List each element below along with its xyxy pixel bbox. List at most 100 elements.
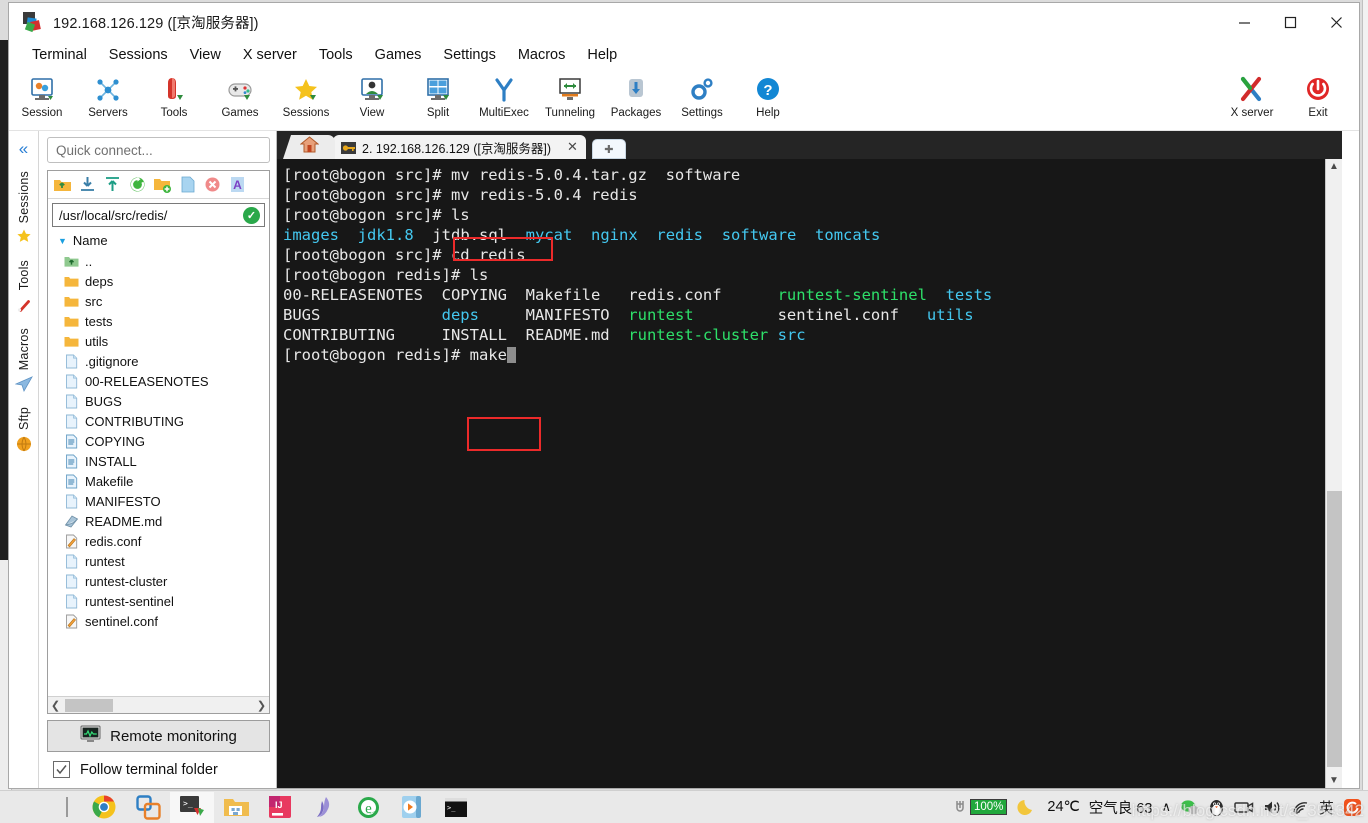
file-row[interactable]: MANIFESTO [64,491,269,511]
toolbar-games-button[interactable]: Games [207,73,273,119]
toolbar-view-button[interactable]: View [339,73,405,119]
taskbar-terminal-icon[interactable]: >_ [434,792,478,823]
terminal-output[interactable]: [root@bogon src]# mv redis-5.0.4.tar.gz … [277,159,1325,788]
taskbar-chrome-icon[interactable] [82,792,126,823]
maximize-button[interactable] [1267,3,1313,41]
tray-expand-chevron-icon[interactable]: ∧ [1161,799,1171,815]
text-edit-icon[interactable]: A [228,175,247,194]
menu-settings[interactable]: Settings [432,44,506,66]
terminal-vscrollbar[interactable]: ▲ ▼ [1325,159,1342,788]
toolbar-packages-button[interactable]: Packages [603,73,669,119]
toolbar-exit-button[interactable]: Exit [1285,73,1351,119]
vertical-sidebar: « Sessions Tools Macros Sftp [9,131,39,788]
battery-indicator[interactable]: 100% [950,797,1008,817]
toolbar-games-label: Games [221,107,259,119]
toolbar-xserver-button[interactable]: X server [1219,73,1285,119]
file-row[interactable]: tests [64,311,269,331]
file-row[interactable]: src [64,291,269,311]
go-up-folder-icon[interactable] [53,175,72,194]
vscroll-thumb[interactable] [1327,491,1342,767]
toolbar-tools-button[interactable]: Tools [141,73,207,119]
file-list-hscrollbar[interactable]: ❮ ❯ [48,696,269,713]
follow-terminal-folder-checkbox[interactable] [53,761,70,778]
close-button[interactable] [1313,3,1359,41]
menu-macros[interactable]: Macros [507,44,577,66]
tab-close-icon[interactable]: ✕ [567,139,578,155]
file-row[interactable]: 00-RELEASENOTES [64,371,269,391]
file-row[interactable]: runtest-sentinel [64,591,269,611]
toolbar-help-button[interactable]: ? Help [735,73,801,119]
file-row[interactable]: runtest-cluster [64,571,269,591]
volume-icon[interactable] [1263,799,1282,816]
file-list-header[interactable]: ▼ Name [48,229,269,251]
file-row[interactable]: CONTRIBUTING [64,411,269,431]
taskbar-file-explorer-icon[interactable] [214,792,258,823]
collapse-sidebar-chevron-icon[interactable]: « [19,139,28,159]
taskbar-vmware-icon[interactable] [126,792,170,823]
minimize-button[interactable] [1221,3,1267,41]
menu-x-server[interactable]: X server [232,44,308,66]
file-row[interactable]: README.md [64,511,269,531]
sidebar-item-tools[interactable]: Tools [15,260,33,313]
toolbar-split-button[interactable]: Split [405,73,471,119]
file-row[interactable]: BUGS [64,391,269,411]
file-row[interactable]: sentinel.conf [64,611,269,631]
taskbar-mobaxterm-icon[interactable]: >_ [170,791,214,823]
upload-icon[interactable] [103,175,122,194]
menu-sessions[interactable]: Sessions [98,44,179,66]
menu-tools[interactable]: Tools [308,44,364,66]
new-folder-icon[interactable] [153,175,172,194]
menu-terminal[interactable]: Terminal [21,44,98,66]
file-row[interactable]: INSTALL [64,451,269,471]
sidebar-item-sessions[interactable]: Sessions [15,171,33,246]
taskbar-navicat-icon[interactable] [302,792,346,823]
refresh-icon[interactable] [128,175,147,194]
file-row[interactable]: runtest [64,551,269,571]
new-file-icon[interactable] [178,175,197,194]
file-row[interactable]: .gitignore [64,351,269,371]
toolbar-settings-button[interactable]: Settings [669,73,735,119]
taskbar-internet-explorer-icon[interactable]: e [346,792,390,823]
file-row[interactable]: COPYING [64,431,269,451]
toolbar-sessions-button[interactable]: Sessions [273,73,339,119]
wechat-icon[interactable] [1180,799,1199,816]
follow-terminal-folder-row[interactable]: Follow terminal folder [39,757,276,788]
vscroll-track[interactable] [1326,174,1342,773]
delete-icon[interactable] [203,175,222,194]
taskbar-media-player-icon[interactable] [390,792,434,823]
wifi-icon[interactable] [1291,799,1310,815]
taskbar-intellij-idea-icon[interactable]: IJ [258,792,302,823]
toolbar-session-button[interactable]: Session [9,73,75,119]
vscroll-up-arrow-icon[interactable]: ▲ [1326,159,1342,174]
remote-monitoring-button[interactable]: Remote monitoring [47,720,270,752]
file-row[interactable]: redis.conf [64,531,269,551]
file-row[interactable]: .. [64,251,269,271]
camera-icon[interactable] [1234,800,1254,815]
menu-games[interactable]: Games [364,44,433,66]
toolbar-servers-button[interactable]: Servers [75,73,141,119]
vscroll-down-arrow-icon[interactable]: ▼ [1326,773,1342,788]
quick-connect-input[interactable] [47,137,270,163]
menu-view[interactable]: View [179,44,232,66]
file-row[interactable]: utils [64,331,269,351]
hscroll-left-arrow-icon[interactable]: ❮ [48,699,63,712]
hscroll-thumb[interactable] [65,699,113,712]
sidebar-item-sftp[interactable]: Sftp [15,407,33,453]
download-icon[interactable] [78,175,97,194]
menu-help[interactable]: Help [576,44,628,66]
hscroll-right-arrow-icon[interactable]: ❯ [254,699,269,712]
qq-penguin-icon[interactable] [1208,798,1225,817]
tab-home[interactable] [283,135,335,159]
new-tab-button[interactable]: ✚ [591,139,626,159]
file-row[interactable]: deps [64,271,269,291]
file-row[interactable]: Makefile [64,471,269,491]
hscroll-track[interactable] [63,697,254,713]
tab-session[interactable]: 2. 192.168.126.129 ([京淘服务器]) ✕ [333,135,586,159]
file-list[interactable]: .. deps src tests utils .gitignore 00-RELEASEN… [48,251,269,696]
path-field[interactable]: /usr/local/src/redis/ ✓ [52,203,265,227]
toolbar-multiexec-button[interactable]: MultiExec [471,73,537,119]
toolbar-tunneling-button[interactable]: Tunneling [537,73,603,119]
ime-chinese-icon[interactable]: 英 [1319,797,1334,818]
sogou-icon[interactable] [1343,798,1362,817]
sidebar-item-macros[interactable]: Macros [14,328,33,393]
